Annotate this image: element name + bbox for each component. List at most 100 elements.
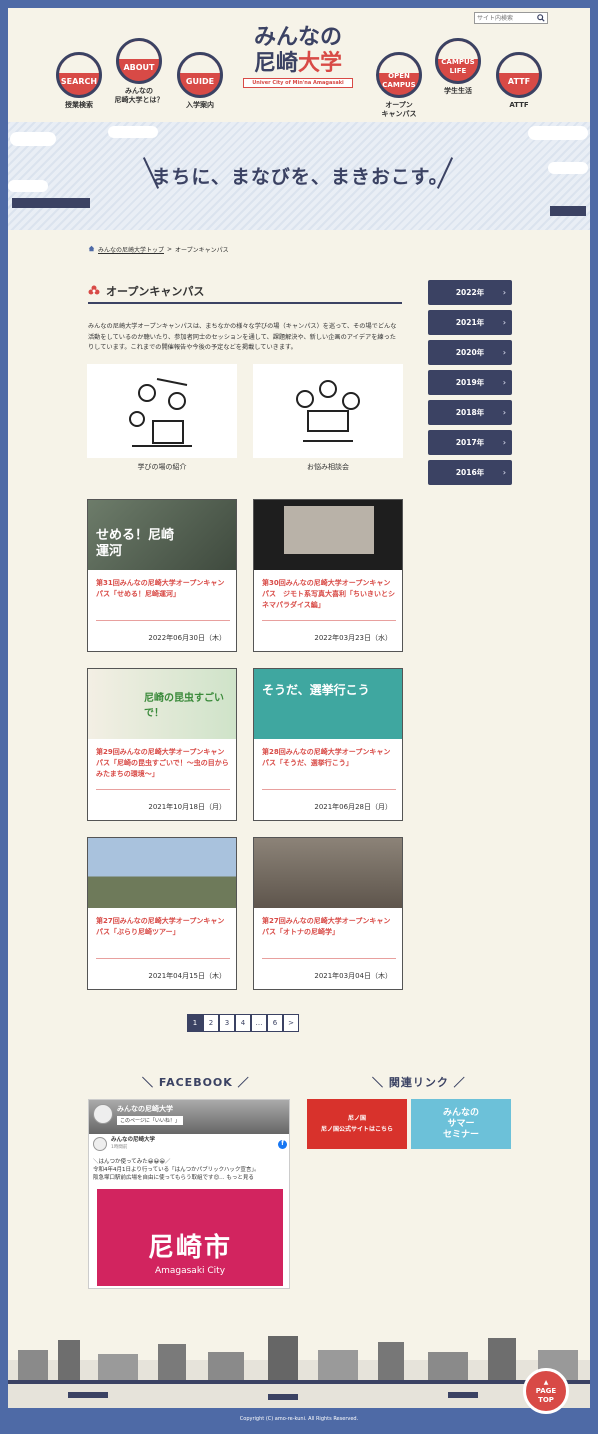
fb-like-button[interactable]: このページに「いいね！」	[117, 1116, 183, 1125]
cloud-illustration	[528, 126, 588, 140]
illustration-caption[interactable]: 学びの場の紹介	[87, 462, 237, 472]
year-link-2021[interactable]: 2021年 ›	[428, 310, 512, 335]
divider	[96, 958, 230, 959]
ship-illustration	[12, 198, 90, 208]
section-header: オープンキャンパス	[88, 280, 402, 304]
year-link-2019[interactable]: 2019年 ›	[428, 370, 512, 395]
guide-badge-icon: GUIDE	[177, 52, 223, 98]
fb-page-name[interactable]: みんなの尼崎大学	[117, 1104, 173, 1114]
event-date: 2022年06月30日（木）	[148, 634, 226, 642]
event-date: 2021年03月04日（木）	[314, 972, 392, 980]
page-top-label: PAGE TOP	[535, 1386, 557, 1404]
cloud-illustration	[10, 132, 56, 146]
nav-campus-life[interactable]: CAMPUS LIFE 学生生活	[428, 38, 488, 96]
nav-search[interactable]: SEARCH 授業検索	[49, 52, 109, 110]
event-date: 2021年10月18日（月）	[148, 803, 226, 811]
post-text: ＼はんつか使ってみた😀😀😀／	[93, 1159, 171, 1165]
page-title: オープンキャンパス	[106, 285, 205, 298]
post-time: 1時間前	[111, 1145, 128, 1150]
nav-label: みんなの 尼崎大学とは？	[114, 87, 164, 104]
nav-guide[interactable]: GUIDE 入学案内	[170, 52, 230, 110]
ship-illustration	[550, 206, 586, 216]
post-text: 令和4年4月1日より行っている「はんつかパブリックハック宣言」。	[93, 1167, 260, 1173]
facebook-widget[interactable]: みんなの尼崎大学 このページに「いいね！」 みんなの尼崎大学 1時間前 f ＼はん…	[88, 1099, 290, 1289]
search-input[interactable]	[475, 13, 535, 23]
year-link-2018[interactable]: 2018年 ›	[428, 400, 512, 425]
event-title[interactable]: 第28回みんなの尼崎大学オープンキャンパス「そうだ、選挙行こう」	[262, 747, 396, 769]
attf-badge-icon: ATTF	[496, 52, 542, 98]
nav-label: 学生生活	[444, 87, 472, 95]
search-badge-icon: SEARCH	[56, 52, 102, 98]
facebook-cover: みんなの尼崎大学 このページに「いいね！」	[89, 1100, 289, 1134]
page-avatar	[93, 1104, 113, 1124]
page-top-button[interactable]: ▲ PAGE TOP	[523, 1368, 569, 1414]
page-6[interactable]: 6	[267, 1014, 283, 1032]
page-next[interactable]: >	[283, 1014, 299, 1032]
event-card[interactable]: そうだ、選挙行こう 第28回みんなの尼崎大学オープンキャンパス「そうだ、選挙行こ…	[253, 668, 403, 821]
chevron-right-icon: ›	[502, 408, 506, 417]
post-author[interactable]: みんなの尼崎大学	[111, 1136, 155, 1144]
event-photo	[88, 838, 236, 908]
page-ellipsis: …	[251, 1014, 267, 1032]
nav-label: オープン キャンパス	[381, 101, 417, 118]
divider	[96, 620, 230, 621]
intro-text: みんなの尼崎大学オープンキャンパスは、まちなかの様々な学びの場（キャンパス）を巡…	[88, 323, 397, 351]
year-link-2020[interactable]: 2020年 ›	[428, 340, 512, 365]
chevron-right-icon: ›	[502, 438, 506, 447]
page-2[interactable]: 2	[203, 1014, 219, 1032]
facebook-icon[interactable]: f	[278, 1139, 287, 1149]
nav-about[interactable]: ABOUT みんなの 尼崎大学とは？	[109, 38, 169, 105]
nav-open-campus[interactable]: OPEN CAMPUS オープン キャンパス	[369, 52, 429, 119]
event-card[interactable]: 第27回みんなの尼崎大学オープンキャンパス「オトナの尼崎学」 2021年03月0…	[253, 837, 403, 990]
post-image[interactable]: 尼崎市 Amagasaki City	[97, 1189, 283, 1286]
event-card[interactable]: せめる！尼崎運河 第31回みんなの尼崎大学オープンキャンパス「せめる！尼崎運河」…	[87, 499, 237, 652]
image-subtext: Amagasaki City	[154, 1266, 226, 1276]
cloud-illustration	[108, 126, 158, 138]
hero-slogan: まちに、まなびを、まきおこす。	[151, 166, 449, 188]
page-3[interactable]: 3	[219, 1014, 235, 1032]
summer-seminar-banner[interactable]: みんなの サマー セミナー	[411, 1099, 511, 1149]
divider	[262, 620, 396, 621]
facebook-heading: ＼ FACEBOOK ／	[142, 1076, 250, 1089]
page-4[interactable]: 4	[235, 1014, 251, 1032]
chevron-right-icon: ›	[502, 348, 506, 357]
event-photo: せめる！尼崎運河	[88, 500, 236, 570]
logo-line2: 尼崎大学	[253, 50, 343, 76]
cloud-illustration	[8, 180, 48, 192]
flower-icon	[88, 282, 100, 301]
breadcrumb-home[interactable]: みんなの尼崎大学トップ	[98, 245, 164, 254]
year-link-2017[interactable]: 2017年 ›	[428, 430, 512, 455]
divider	[262, 789, 396, 790]
event-title[interactable]: 第30回みんなの尼崎大学オープンキャンパス ジモト系写真大喜利「ちいきいとシネマ…	[262, 578, 396, 611]
amanokuni-banner[interactable]: 尼ノ国 尼ノ国公式サイトはこちら	[307, 1099, 407, 1149]
event-card[interactable]: 第30回みんなの尼崎大学オープンキャンパス ジモト系写真大喜利「ちいきいとシネマ…	[253, 499, 403, 652]
chevron-right-icon: ›	[502, 378, 506, 387]
logo-subtitle: Univer City of Min'na Amagasaki	[243, 78, 353, 88]
divider	[96, 789, 230, 790]
pagination: 1 2 3 4 … 6 >	[187, 1014, 299, 1032]
year-link-2022[interactable]: 2022年 ›	[428, 280, 512, 305]
learning-place-illustration[interactable]	[87, 364, 237, 458]
year-link-2016[interactable]: 2016年 ›	[428, 460, 512, 485]
event-title[interactable]: 第31回みんなの尼崎大学オープンキャンパス「せめる！尼崎運河」	[96, 578, 230, 600]
city-skyline-illustration	[8, 1336, 590, 1408]
event-card[interactable]: 尼崎の昆虫すごいで！ 第29回みんなの尼崎大学オープンキャンパス「尼崎の昆虫すご…	[87, 668, 237, 821]
breadcrumb-current: オープンキャンパス	[175, 247, 229, 254]
consultation-illustration[interactable]	[253, 364, 403, 458]
event-title[interactable]: 第29回みんなの尼崎大学オープンキャンパス「尼崎の昆虫すごいで！～虫の目からみた…	[96, 747, 230, 780]
open-campus-badge-icon: OPEN CAMPUS	[376, 52, 422, 98]
illustration-caption[interactable]: お悩み相談会	[253, 462, 403, 472]
site-logo[interactable]: みんなの 尼崎大学 Univer City of Min'na Amagasak…	[240, 24, 356, 100]
event-date: 2021年06月28日（月）	[314, 803, 392, 811]
search-icon[interactable]	[535, 13, 547, 23]
event-title[interactable]: 第27回みんなの尼崎大学オープンキャンパス「オトナの尼崎学」	[262, 916, 396, 938]
page-1[interactable]: 1	[187, 1014, 203, 1032]
nav-label: 入学案内	[186, 101, 214, 109]
event-card[interactable]: 第27回みんなの尼崎大学オープンキャンパス「ぶらり尼崎ツアー」 2021年04月…	[87, 837, 237, 990]
chevron-right-icon: ›	[502, 288, 506, 297]
site-search[interactable]	[474, 12, 548, 24]
event-title[interactable]: 第27回みんなの尼崎大学オープンキャンパス「ぶらり尼崎ツアー」	[96, 916, 230, 938]
campus-life-badge-icon: CAMPUS LIFE	[435, 38, 481, 84]
nav-attf[interactable]: ATTF ATTF	[489, 52, 549, 110]
nav-label: 授業検索	[65, 101, 93, 109]
